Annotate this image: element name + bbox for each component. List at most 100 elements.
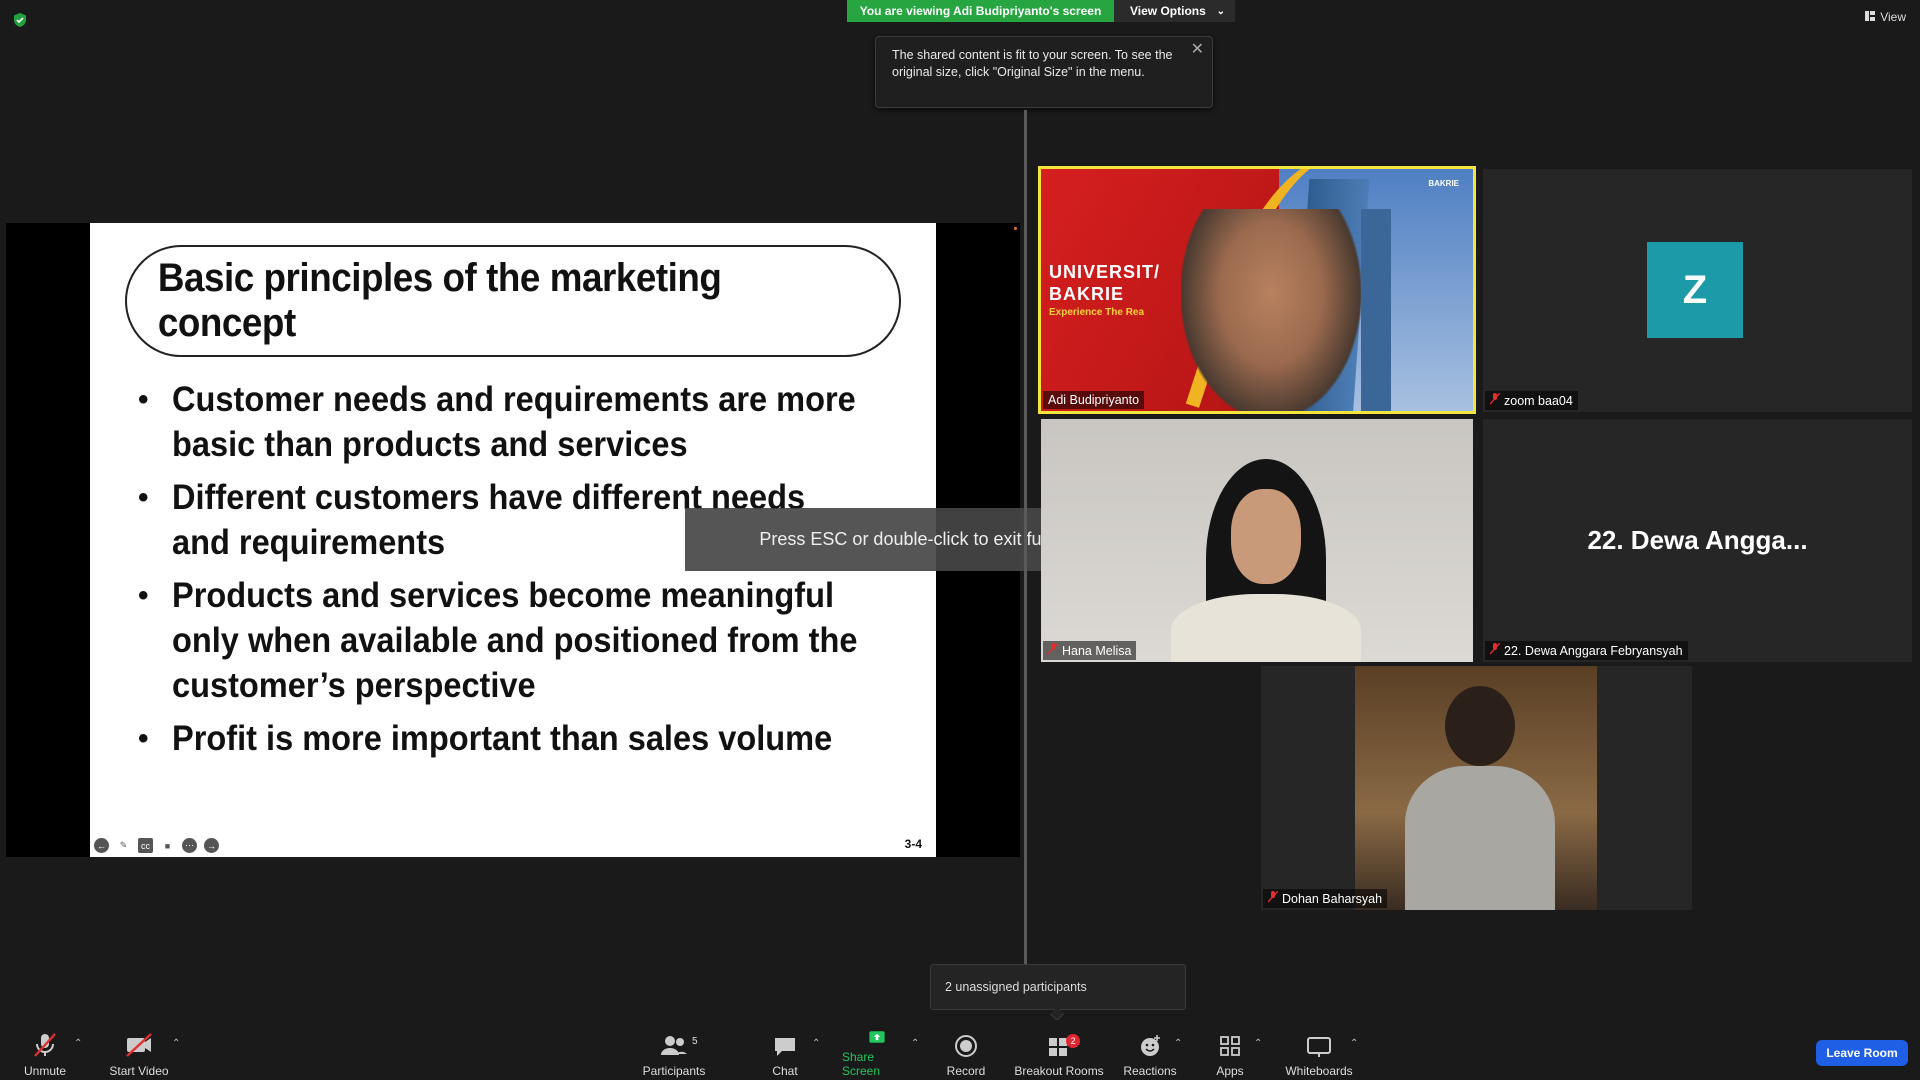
mic-muted-icon bbox=[1267, 890, 1279, 906]
mic-muted-icon bbox=[1489, 392, 1501, 408]
mic-muted-icon bbox=[1047, 642, 1059, 658]
participant-tile-dewa[interactable]: 22. Dewa Angga... 22. Dewa Anggara Febry… bbox=[1483, 419, 1912, 662]
participants-icon bbox=[661, 1036, 687, 1055]
video-head bbox=[1445, 686, 1515, 766]
slide-title-box: Basic principles of the marketing concep… bbox=[125, 245, 901, 357]
chat-button[interactable]: Chat bbox=[770, 1030, 800, 1078]
leave-room-button[interactable]: Leave Room bbox=[1816, 1040, 1908, 1066]
view-button[interactable]: View bbox=[1865, 10, 1906, 24]
video-body bbox=[1405, 766, 1555, 910]
participants-label: Participants bbox=[642, 1064, 706, 1078]
list-item: • Customer needs and requirements are mor… bbox=[138, 377, 918, 467]
list-item: • Products and services become meaningful… bbox=[138, 573, 918, 708]
next-slide-icon[interactable]: → bbox=[204, 838, 219, 853]
apps-button[interactable]: Apps bbox=[1210, 1030, 1250, 1078]
whiteboard-icon bbox=[1307, 1037, 1331, 1057]
chevron-down-icon: ⌄ bbox=[1216, 5, 1225, 17]
apps-icon bbox=[1220, 1036, 1240, 1056]
participant-name: 22. Dewa Anggara Febryansyah bbox=[1504, 643, 1683, 658]
breakout-rooms-button[interactable]: Breakout Rooms bbox=[1014, 1030, 1104, 1078]
slide-page-number: 3-4 bbox=[904, 837, 922, 851]
participant-name-label: zoom baa04 bbox=[1485, 391, 1578, 410]
video-building bbox=[1361, 209, 1391, 411]
slide-controls: ← ✎ cc ■ ⋯ → bbox=[94, 838, 219, 853]
unmute-button[interactable]: Unmute bbox=[20, 1030, 70, 1078]
audio-options-chevron-icon[interactable]: ⌃ bbox=[74, 1038, 82, 1049]
participant-name: Hana Melisa bbox=[1062, 643, 1132, 658]
apps-options-chevron-icon[interactable]: ⌃ bbox=[1254, 1038, 1262, 1049]
list-item: • Profit is more important than sales vol… bbox=[138, 716, 918, 761]
share-screen-label: Share Screen bbox=[842, 1050, 881, 1078]
chat-options-chevron-icon[interactable]: ⌃ bbox=[812, 1038, 820, 1049]
indicator-dot bbox=[1014, 227, 1017, 230]
start-video-button[interactable]: Start Video bbox=[108, 1030, 170, 1078]
participant-tile-hana[interactable]: Hana Melisa bbox=[1041, 419, 1473, 662]
breakout-rooms-label: Breakout Rooms bbox=[1014, 1064, 1104, 1078]
participant-video-feed bbox=[1181, 209, 1361, 411]
bullet-text: Customer needs and requirements are more… bbox=[172, 380, 856, 464]
chat-label: Chat bbox=[772, 1064, 798, 1078]
participant-video-feed bbox=[1355, 666, 1597, 910]
view-options-button[interactable]: View Options ⌄ bbox=[1114, 0, 1235, 22]
pen-icon[interactable]: ✎ bbox=[116, 838, 131, 853]
reactions-options-chevron-icon[interactable]: ⌃ bbox=[1174, 1038, 1182, 1049]
participant-name-label: 22. Dewa Anggara Febryansyah bbox=[1485, 641, 1688, 660]
reactions-button[interactable]: Reactions bbox=[1122, 1030, 1178, 1078]
participant-name-label: Dohan Baharsyah bbox=[1263, 889, 1388, 908]
bullet-text: Products and services become meaningful … bbox=[172, 576, 858, 705]
unassigned-participants-popup[interactable]: 2 unassigned participants bbox=[930, 964, 1186, 1010]
captions-icon[interactable]: cc bbox=[138, 838, 153, 853]
university-line-2: BAKRIE bbox=[1049, 284, 1125, 304]
security-shield-icon[interactable] bbox=[12, 12, 28, 28]
whiteboards-options-chevron-icon[interactable]: ⌃ bbox=[1350, 1038, 1358, 1049]
whiteboards-button[interactable]: Whiteboards bbox=[1284, 1030, 1354, 1078]
mic-muted-icon bbox=[1489, 642, 1501, 658]
avatar: Z bbox=[1647, 242, 1743, 338]
slide-title: Basic principles of the marketing concep… bbox=[157, 256, 722, 345]
reactions-label: Reactions bbox=[1123, 1064, 1177, 1078]
viewing-screen-banner: You are viewing Adi Budipriyanto's scree… bbox=[847, 0, 1114, 22]
bullet-text: Profit is more important than sales volu… bbox=[172, 719, 833, 758]
record-label: Record bbox=[946, 1064, 986, 1078]
tooltip-text: The shared content is fit to your screen… bbox=[892, 48, 1173, 79]
participant-name: Dohan Baharsyah bbox=[1282, 891, 1383, 906]
start-video-label: Start Video bbox=[109, 1064, 169, 1078]
video-logo: BAKRIE bbox=[1428, 179, 1459, 188]
view-label: View bbox=[1880, 10, 1906, 24]
video-face bbox=[1231, 489, 1301, 584]
more-options-icon[interactable]: ⋯ bbox=[182, 838, 197, 853]
participant-tile-adi[interactable]: UNIVERSIT/ BAKRIE Experience The Rea BAK… bbox=[1038, 166, 1476, 414]
close-icon[interactable]: ✕ bbox=[1191, 41, 1204, 58]
previous-slide-icon[interactable]: ← bbox=[94, 838, 109, 853]
video-body bbox=[1171, 594, 1361, 662]
university-line-1: UNIVERSIT/ bbox=[1049, 262, 1161, 282]
chat-icon bbox=[775, 1038, 795, 1056]
reactions-icon bbox=[1141, 1035, 1160, 1056]
participant-tile-zoom-baa04[interactable]: Z zoom baa04 bbox=[1483, 169, 1912, 412]
participant-name-label: Hana Melisa bbox=[1043, 641, 1137, 660]
participant-name: zoom baa04 bbox=[1504, 393, 1573, 408]
share-screen-icon bbox=[869, 1031, 885, 1043]
participant-name: Adi Budipriyanto bbox=[1048, 393, 1140, 407]
split-view-divider[interactable] bbox=[1024, 110, 1027, 965]
participant-name-label: Adi Budipriyanto bbox=[1043, 391, 1145, 409]
participant-tile-dohan[interactable]: Dohan Baharsyah bbox=[1261, 666, 1692, 910]
unmute-label: Unmute bbox=[23, 1064, 67, 1078]
record-icon bbox=[955, 1035, 977, 1057]
share-screen-button[interactable]: Share Screen bbox=[842, 1030, 912, 1078]
record-button[interactable]: Record bbox=[946, 1030, 986, 1078]
share-options-chevron-icon[interactable]: ⌃ bbox=[911, 1038, 919, 1049]
view-options-label: View Options bbox=[1130, 4, 1206, 18]
video-university-text: UNIVERSIT/ BAKRIE bbox=[1049, 261, 1160, 305]
apps-label: Apps bbox=[1216, 1064, 1244, 1078]
mic-muted-icon bbox=[34, 1033, 56, 1057]
video-off-icon bbox=[126, 1033, 152, 1057]
fit-to-screen-tooltip: The shared content is fit to your screen… bbox=[875, 36, 1213, 108]
participants-count: 5 bbox=[692, 1036, 698, 1047]
participant-display-name: 22. Dewa Angga... bbox=[1587, 525, 1808, 555]
video-off-icon[interactable]: ■ bbox=[160, 838, 175, 853]
whiteboards-label: Whiteboards bbox=[1285, 1064, 1353, 1078]
breakout-count-badge: 2 bbox=[1066, 1034, 1080, 1048]
video-options-chevron-icon[interactable]: ⌃ bbox=[172, 1038, 180, 1049]
grid-view-icon bbox=[1865, 10, 1876, 24]
